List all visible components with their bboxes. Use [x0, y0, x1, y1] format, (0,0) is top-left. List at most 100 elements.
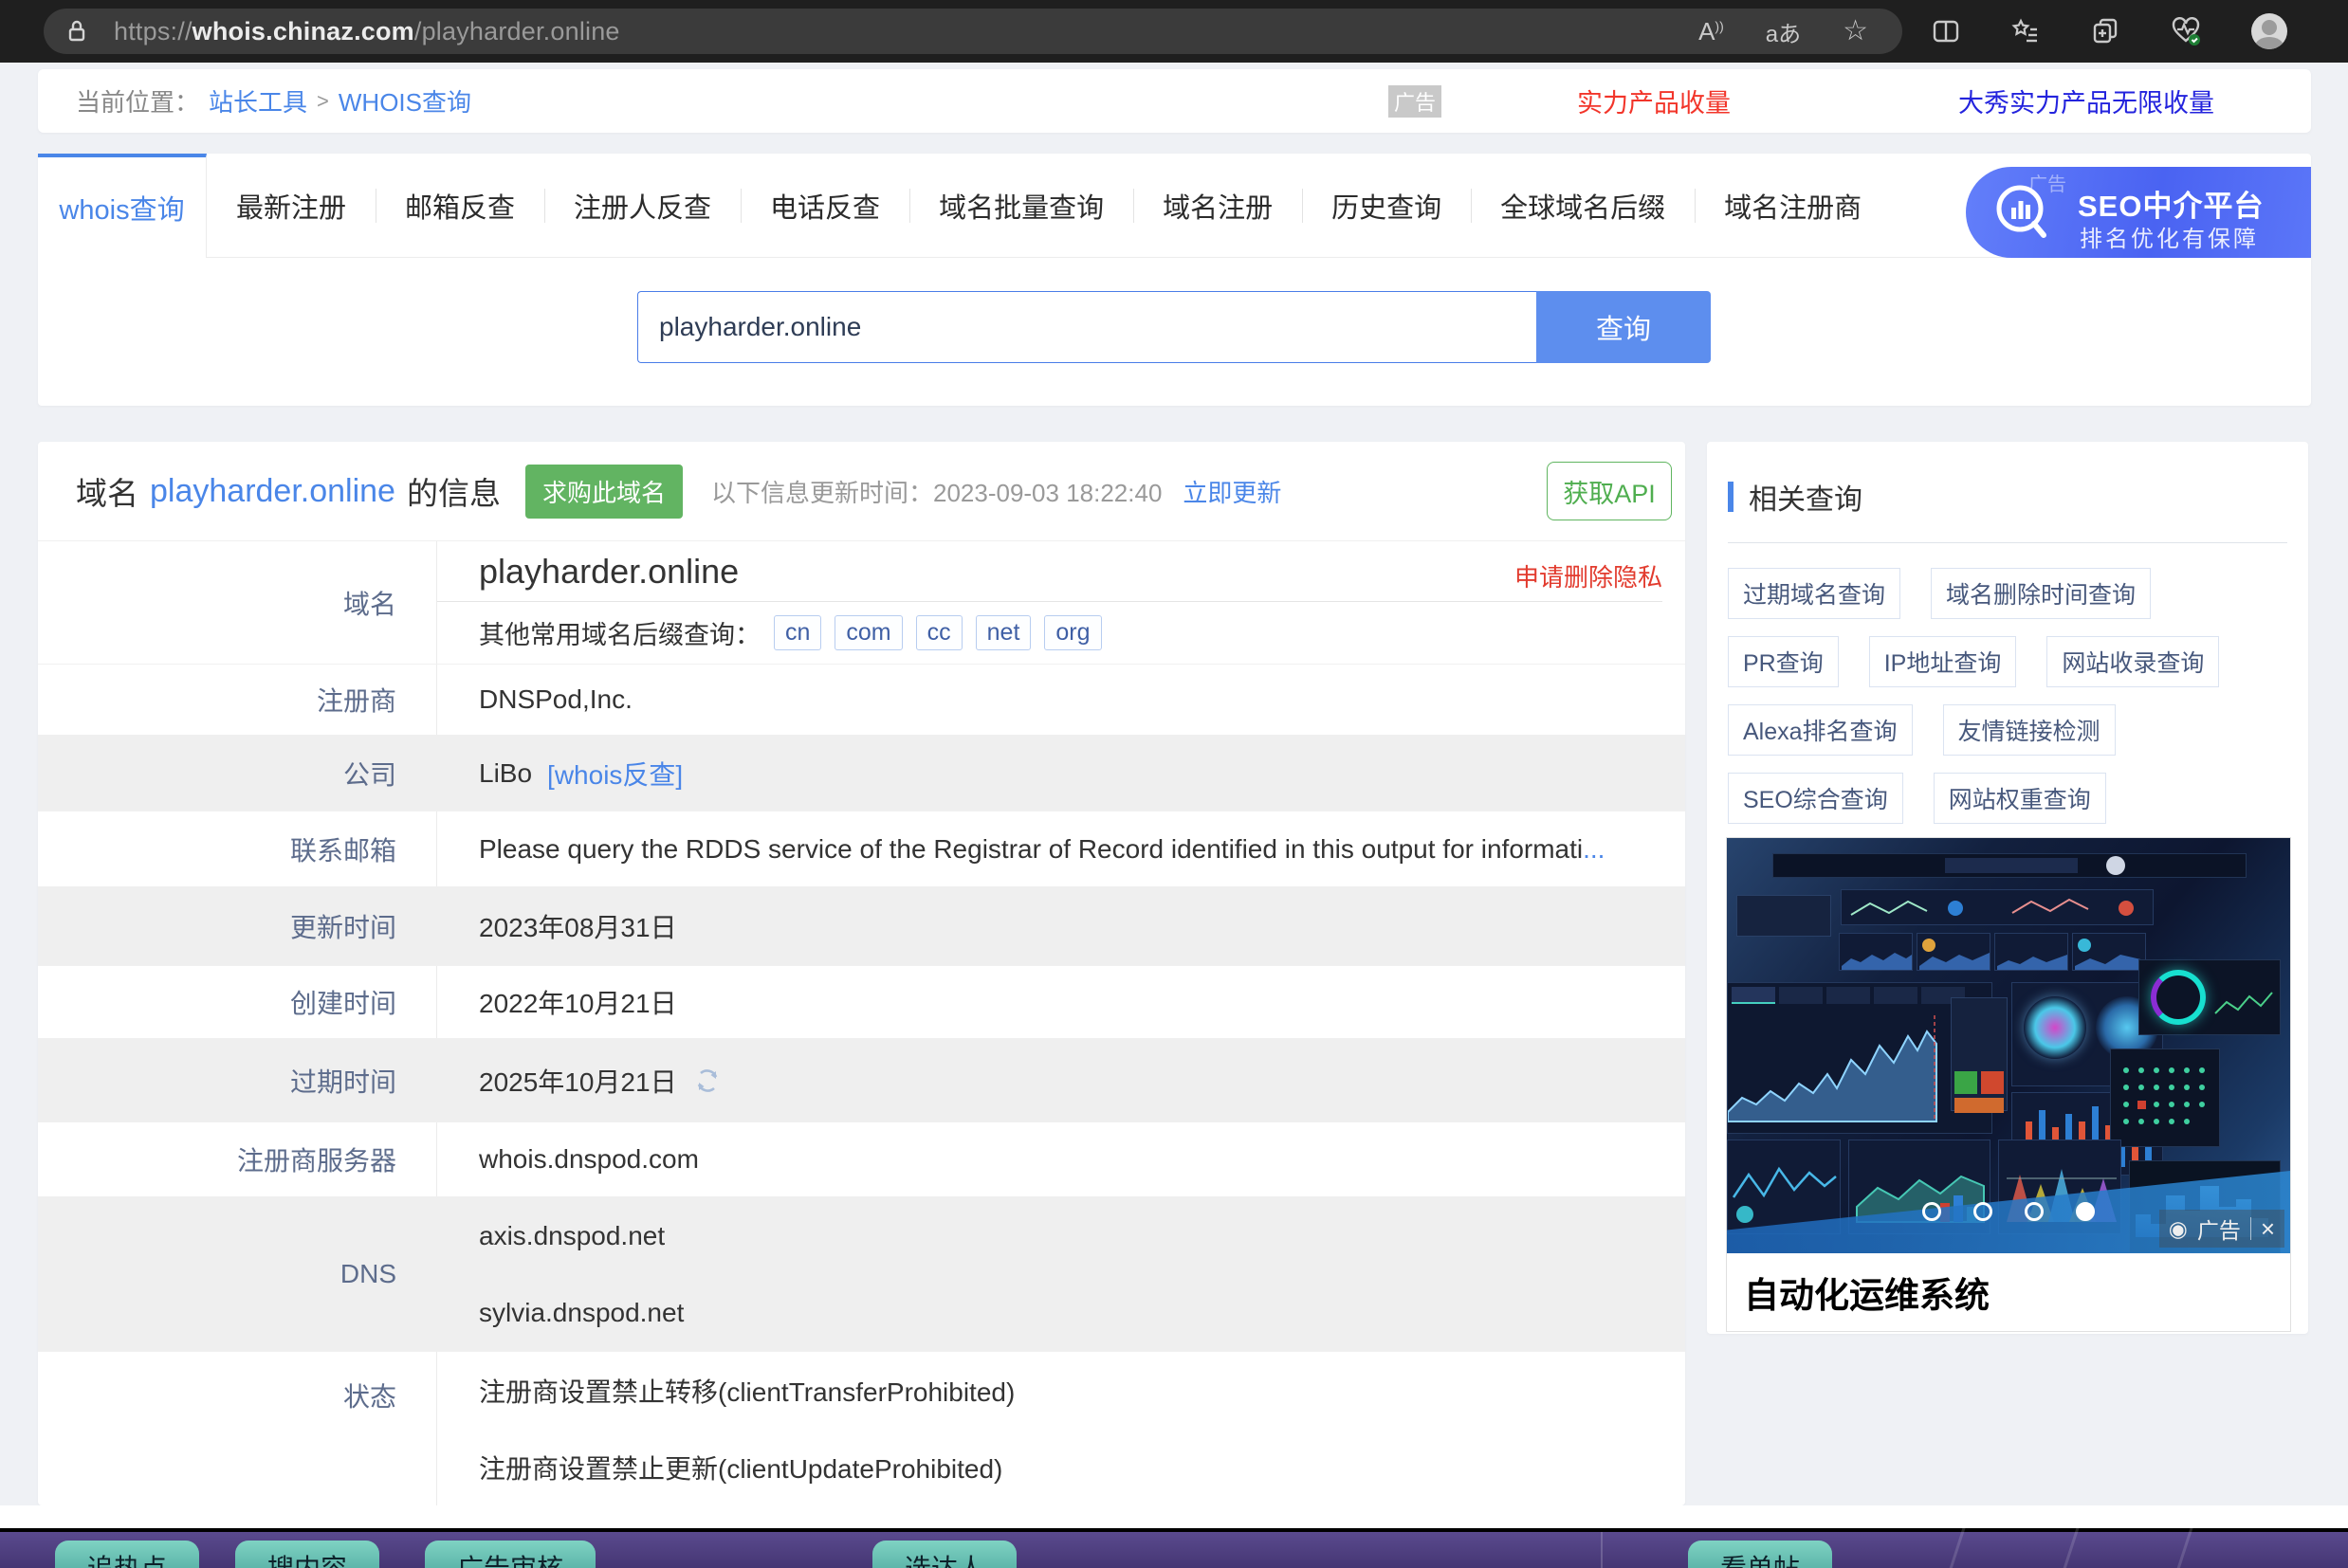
suffix-com[interactable]: com: [835, 615, 903, 650]
link-pr-query[interactable]: PR查询: [1728, 636, 1839, 687]
footer-banner: 追热点 搜内容 广告审核 选达人 看单帖: [0, 1528, 2348, 1568]
get-api-button[interactable]: 获取API: [1547, 462, 1672, 520]
table-row-status: 状态 注册商设置禁止转移(clientTransferProhibited) 注…: [38, 1351, 1685, 1505]
table-row-company: 公司 LiBo [whois反查]: [38, 735, 1685, 811]
link-ip-query[interactable]: IP地址查询: [1868, 636, 2017, 687]
tab-registrar[interactable]: 域名注册商: [1695, 154, 1891, 257]
title-prefix: 域名: [76, 476, 138, 511]
domain-value: playharder.online: [479, 551, 740, 591]
section-accent-bar: [1728, 482, 1733, 512]
ad-info-icon[interactable]: ◉: [2169, 1216, 2188, 1242]
ad-dashboard-image[interactable]: ◉ 广告 ×: [1727, 838, 2290, 1253]
lock-icon: [68, 20, 85, 42]
seo-banner-ad[interactable]: 广告 SEO中介平台 排名优化有保障: [1966, 167, 2311, 258]
link-friend-links-check[interactable]: 友情链接检测: [1942, 704, 2116, 756]
browser-toolbar: https://whois.chinaz.com/playharder.onli…: [0, 0, 2348, 63]
footer-button-ad-review[interactable]: 广告审核: [425, 1541, 596, 1568]
tab-global-suffix[interactable]: 全球域名后缀: [1471, 154, 1695, 257]
query-button[interactable]: 查询: [1536, 291, 1711, 363]
related-queries-card: 相关查询 过期域名查询 域名删除时间查询 PR查询 IP地址查询 网站收录查询 …: [1707, 442, 2308, 1334]
split-screen-icon[interactable]: [1931, 16, 1961, 46]
tab-history-query[interactable]: 历史查询: [1302, 154, 1471, 257]
table-row-updated-date: 更新时间 2023年08月31日: [38, 886, 1685, 965]
footer-button-hot-topics[interactable]: 追热点: [55, 1541, 200, 1568]
whois-server-value: whois.dnspod.com: [436, 1122, 1685, 1196]
privacy-removal-link[interactable]: 申请删除隐私: [1514, 558, 1662, 593]
email-ellipsis-link[interactable]: ...: [1583, 834, 1605, 865]
table-row-created-date: 创建时间 2022年10月21日: [38, 965, 1685, 1038]
dns-value-1: axis.dnspod.net: [479, 1220, 666, 1250]
breadcrumb-link-tools[interactable]: 站长工具: [209, 83, 307, 119]
row-label: 过期时间: [289, 1067, 396, 1097]
ad-caption[interactable]: 自动化运维系统: [1727, 1253, 2290, 1331]
footer-button-view-posts[interactable]: 看单帖: [1688, 1541, 1833, 1568]
link-expired-domain[interactable]: 过期域名查询: [1728, 568, 1901, 619]
row-label: 联系邮箱: [289, 835, 396, 866]
link-domain-delete-time[interactable]: 域名删除时间查询: [1931, 568, 2152, 619]
updated-date-value: 2023年08月31日: [479, 913, 677, 942]
row-label: 公司: [342, 759, 396, 790]
top-ad-link-red[interactable]: 实力产品收量: [1577, 82, 1731, 119]
footer-streak: [2171, 1528, 2194, 1568]
seo-banner-subtitle: 排名优化有保障: [2080, 227, 2259, 252]
tab-whois-query[interactable]: whois查询: [38, 154, 207, 258]
refresh-expiry-icon[interactable]: [692, 1066, 723, 1096]
collections-icon[interactable]: [2010, 16, 2041, 46]
title-suffix: 的信息: [406, 476, 501, 511]
link-site-weight[interactable]: 网站权重查询: [1933, 773, 2106, 824]
row-label: 注册商: [316, 686, 396, 716]
row-label: DNS: [339, 1259, 396, 1288]
top-ad-link-blue[interactable]: 大秀实力产品无限收量: [1958, 82, 2214, 119]
link-seo-overview[interactable]: SEO综合查询: [1728, 773, 1903, 824]
suffix-query-label: 其他常用域名后缀查询：: [479, 621, 761, 649]
buy-domain-button[interactable]: 求购此域名: [524, 464, 683, 519]
whois-reverse-link[interactable]: [whois反查]: [547, 755, 683, 793]
domain-search-input[interactable]: [637, 291, 1536, 363]
domain-info-card: 域名 playharder.online 的信息 求购此域名 以下信息更新时间：…: [38, 442, 1685, 1505]
created-date-value: 2022年10月21日: [436, 966, 1685, 1038]
link-alexa-rank[interactable]: Alexa排名查询: [1728, 704, 1913, 756]
suffix-cn[interactable]: cn: [774, 615, 822, 650]
whois-toolbox-card: whois查询 最新注册 邮箱反查 注册人反查 电话反查 域名批量查询 域名注册…: [38, 154, 2311, 406]
divider: [2249, 1217, 2251, 1240]
registrar-value: DNSPod,Inc.: [436, 665, 1685, 735]
tab-batch-query[interactable]: 域名批量查询: [909, 154, 1133, 257]
suffix-cc[interactable]: cc: [915, 615, 963, 650]
sidebar-ad: ◉ 广告 × 自动化运维系统: [1726, 837, 2291, 1332]
company-value: LiBo: [479, 757, 533, 788]
tab-domain-register[interactable]: 域名注册: [1133, 154, 1302, 257]
footer-divider: [1601, 1532, 1603, 1568]
ad-badge: 广告: [1388, 84, 1441, 118]
link-site-index-query[interactable]: 网站收录查询: [2046, 636, 2220, 687]
ad-overlay: ◉ 广告 ×: [2158, 1210, 2284, 1248]
browser-essentials-icon[interactable]: [2170, 15, 2202, 47]
ad-close-icon[interactable]: ×: [2261, 1214, 2275, 1244]
read-aloud-icon[interactable]: A)): [1698, 17, 1724, 46]
table-row-contact-email: 联系邮箱 Please query the RDDS service of th…: [38, 811, 1685, 886]
tab-registrant-reverse[interactable]: 注册人反查: [544, 154, 741, 257]
tab-phone-reverse[interactable]: 电话反查: [741, 154, 909, 257]
footer-button-search-content[interactable]: 搜内容: [235, 1541, 380, 1568]
seo-magnifier-icon: [1996, 185, 2046, 238]
refresh-now-link[interactable]: 立即更新: [1183, 474, 1281, 509]
breadcrumb-label: 当前位置：: [76, 88, 200, 117]
ad-overlay-badge: 广告: [2196, 1218, 2241, 1243]
carousel-dot-1[interactable]: [1922, 1202, 1941, 1221]
suffix-org[interactable]: org: [1044, 615, 1102, 650]
seo-banner-title: SEO中介平台: [2078, 190, 2265, 223]
translate-icon[interactable]: aあ: [1766, 15, 1801, 48]
profile-avatar[interactable]: [2251, 13, 2287, 49]
breadcrumb-link-whois[interactable]: WHOIS查询: [339, 83, 471, 119]
suffix-net[interactable]: net: [975, 615, 1032, 650]
carousel-dot-2[interactable]: [1973, 1202, 1992, 1221]
footer-button-pick-influencer[interactable]: 选达人: [872, 1541, 1018, 1568]
bottom-gap: [0, 1505, 2348, 1528]
favorite-star-icon[interactable]: ☆: [1843, 17, 1868, 46]
tab-email-reverse[interactable]: 邮箱反查: [376, 154, 544, 257]
address-bar[interactable]: https://whois.chinaz.com/playharder.onli…: [44, 9, 1902, 54]
carousel-dot-3[interactable]: [2025, 1202, 2044, 1221]
copy-add-icon[interactable]: [2090, 16, 2120, 46]
expiry-date-value: 2025年10月21日: [479, 1067, 677, 1097]
carousel-dot-4[interactable]: [2076, 1202, 2095, 1221]
tab-newly-registered[interactable]: 最新注册: [207, 154, 376, 257]
